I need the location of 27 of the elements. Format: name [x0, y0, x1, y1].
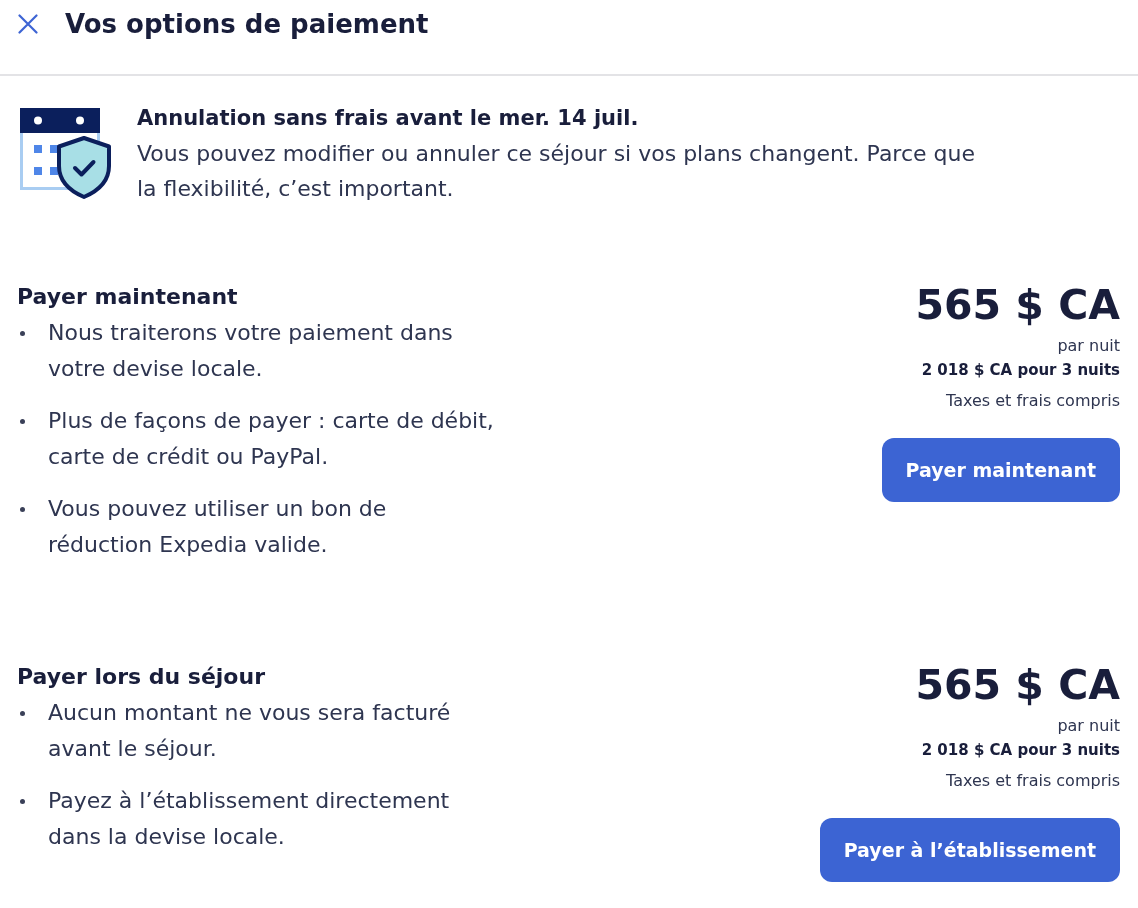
bullet-icon	[20, 711, 25, 716]
calendar-shield-icon	[20, 108, 111, 199]
close-icon[interactable]	[18, 14, 38, 34]
bullet-icon	[20, 331, 25, 336]
option-title: Payer lors du séjour	[17, 663, 266, 691]
dialog-title: Vos options de paiement	[65, 8, 429, 41]
price-text: 565 $ CA	[915, 660, 1120, 710]
total-price-text: 2 018 $ CA pour 3 nuits	[921, 740, 1120, 761]
taxes-note-text: Taxes et frais compris	[946, 770, 1120, 792]
option-title: Payer maintenant	[17, 283, 239, 311]
payment-button[interactable]: Payer maintenant	[881, 438, 1120, 502]
price-unit-text: par nuit	[1057, 715, 1120, 737]
bullet-icon	[20, 419, 25, 424]
option-point-text: Vous pouvez utiliser un bon de réduction Expedia valide.	[48, 495, 388, 559]
bullet-icon	[20, 799, 25, 804]
option-point-text: Nous traiterons votre paiement dans votre devise locale.	[48, 319, 454, 383]
option-point-text: Plus de façons de payer : carte de débit, carte de crédit ou PayPal.	[48, 407, 495, 471]
total-price-text: 2 018 $ CA pour 3 nuits	[921, 360, 1120, 381]
cancellation-title: Annulation sans frais avant le mer. 14 juil.	[137, 105, 640, 132]
bullet-icon	[20, 507, 25, 512]
taxes-note-text: Taxes et frais compris	[946, 390, 1120, 412]
price-unit-text: par nuit	[1057, 335, 1120, 357]
cancellation-text: Vous pouvez modifier ou annuler ce séjour si vos plans changent. Parce que la flexibilité, c’est important.	[137, 140, 976, 203]
option-point-text: Payez à l’établissement directement dans la devise locale.	[48, 787, 451, 851]
payment-button[interactable]: Payer à l’établissement	[819, 818, 1120, 882]
option-point-text: Aucun montant ne vous sera facturé avant le séjour.	[48, 699, 452, 763]
price-text: 565 $ CA	[915, 280, 1120, 330]
